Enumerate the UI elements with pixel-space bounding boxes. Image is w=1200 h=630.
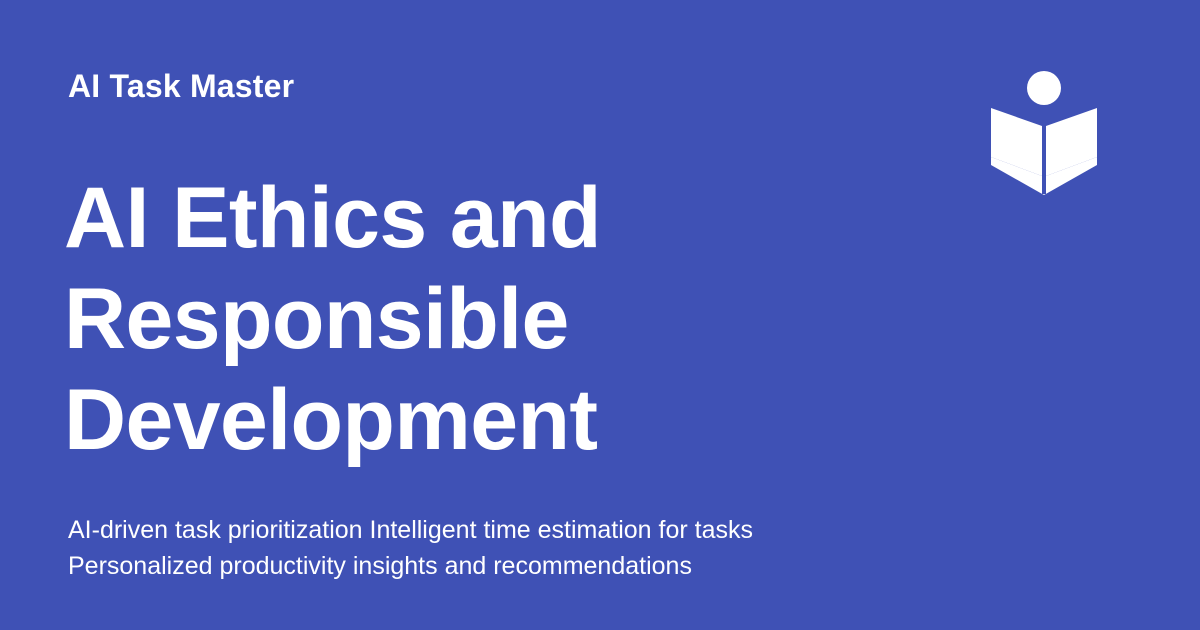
feature-line-1: AI-driven task prioritization Intelligen… xyxy=(68,516,753,544)
title-line-3: Development xyxy=(64,372,598,468)
page-title: AI Ethics and Responsible Development xyxy=(64,168,884,471)
social-share-card: AI Task Master AI Ethics and Responsible… xyxy=(0,0,1200,630)
feature-summary: AI-driven task prioritization Intelligen… xyxy=(68,512,1068,584)
title-line-1: AI Ethics and xyxy=(64,170,602,266)
brand-name: AI Task Master xyxy=(68,68,295,104)
title-line-2: Responsible xyxy=(64,271,569,367)
reader-book-icon xyxy=(991,71,1097,195)
feature-line-2: Personalized productivity insights and r… xyxy=(68,552,692,580)
